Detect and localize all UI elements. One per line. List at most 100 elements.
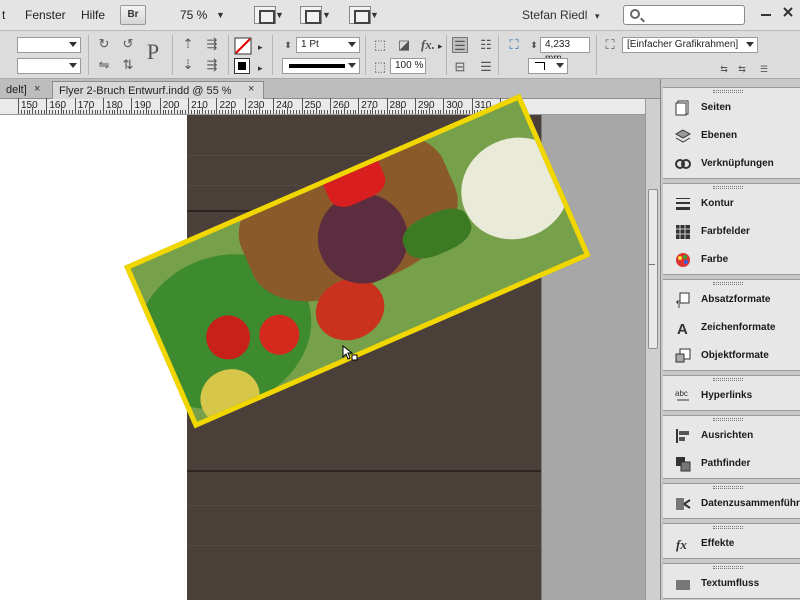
zoom-dropdown-icon[interactable]: ▼: [216, 10, 225, 20]
panel-item-farbfelder[interactable]: Farbfelder: [671, 220, 800, 244]
text-wrap-bbox-icon[interactable]: ☰: [478, 59, 494, 75]
width-field[interactable]: 4,233 mm: [540, 37, 590, 64]
align-stroke-center-icon[interactable]: ☰: [452, 37, 468, 53]
menu-item-ansicht[interactable]: t: [2, 8, 5, 22]
flip-horizontal-icon[interactable]: ⇋: [96, 57, 112, 73]
minimize-icon[interactable]: [760, 6, 772, 18]
text-wrap-none-icon[interactable]: ⊟: [452, 59, 468, 75]
vertical-scrollbar[interactable]: [645, 99, 660, 600]
align-stroke-inside-icon[interactable]: ☷: [478, 37, 494, 53]
arrange-documents-button[interactable]: [349, 6, 371, 24]
close-tab-icon[interactable]: ×: [248, 83, 254, 95]
panel-group-grip[interactable]: [713, 378, 743, 381]
ruler-minor-tick: [139, 110, 141, 114]
menu-item-hilfe[interactable]: Hilfe: [81, 8, 105, 22]
data-merge-icon: [676, 498, 691, 510]
scale-field[interactable]: 100 %: [390, 58, 426, 74]
fitting-frame-icon[interactable]: ⛶: [506, 37, 522, 53]
stroke-weight-field[interactable]: 1 Pt: [296, 37, 360, 53]
panel-item-zeichenformate[interactable]: A Zeichenformate: [671, 316, 800, 340]
ruler-minor-tick: [349, 110, 351, 114]
ruler-minor-tick: [378, 110, 380, 114]
scrollbar-thumb[interactable]: [648, 189, 658, 349]
ruler-minor-tick: [460, 110, 462, 114]
ruler-minor-tick: [287, 107, 289, 114]
close-window-icon[interactable]: [782, 6, 794, 18]
bridge-button[interactable]: Br: [120, 5, 146, 25]
ruler-minor-tick: [190, 110, 192, 114]
view-options-dropdown-icon[interactable]: ▼: [275, 10, 284, 20]
corner-options-icon[interactable]: ⬚: [372, 37, 388, 53]
screen-mode-button[interactable]: [300, 6, 322, 24]
horizontal-ruler[interactable]: 150 160 170 180 190 200 210 220 230 240 250 260 270 2…: [0, 98, 660, 115]
rotate-ccw-icon[interactable]: ↺: [120, 36, 136, 52]
panel-item-absatzformate[interactable]: ¶ Absatzformate: [671, 288, 800, 312]
corner-shape-field[interactable]: [528, 58, 568, 74]
view-options-button[interactable]: [254, 6, 276, 24]
search-input[interactable]: [623, 5, 745, 25]
panel-item-textumfluss[interactable]: Textumfluss: [671, 572, 800, 596]
panel-item-verknüpfungen[interactable]: Verknüpfungen: [671, 152, 800, 176]
fill-swatch-icon[interactable]: [234, 37, 252, 55]
effects-dropdown-icon[interactable]: ▸: [438, 41, 443, 52]
reference-y-field[interactable]: [17, 58, 81, 74]
select-content-icon[interactable]: ⇣: [180, 57, 196, 73]
panel-group-grip[interactable]: [713, 526, 743, 529]
clear-overrides-icon[interactable]: ⇆: [716, 61, 732, 77]
menu-item-fenster[interactable]: Fenster: [25, 8, 66, 22]
tab-flyer-document[interactable]: Flyer 2-Bruch Entwurf.indd @ 55 %: [52, 81, 264, 99]
user-dropdown-icon[interactable]: ▾: [595, 11, 600, 22]
ruler-major-tick: [216, 98, 218, 114]
panel-group-grip[interactable]: [713, 186, 743, 189]
object-style-field[interactable]: [Einfacher Grafikrahmen]: [622, 37, 758, 53]
stroke-type-field[interactable]: [282, 58, 360, 74]
panel-item-ebenen[interactable]: Ebenen: [671, 124, 800, 148]
stroke-swatch-icon[interactable]: [234, 58, 250, 74]
panel-item-objektformate[interactable]: Objektformate: [671, 344, 800, 368]
ruler-minor-tick: [114, 110, 116, 114]
panel-item-label: Verknüpfungen: [701, 158, 774, 169]
rotate-cw-icon[interactable]: ↻: [96, 36, 112, 52]
ruler-minor-tick: [241, 110, 243, 114]
drop-shadow-icon[interactable]: ◪: [396, 37, 412, 53]
zoom-level[interactable]: 75 %: [180, 8, 207, 22]
arrange-dropdown-icon[interactable]: ▼: [370, 10, 379, 20]
stroke-dropdown-icon[interactable]: ▸: [258, 63, 263, 74]
panel-item-kontur[interactable]: Kontur: [671, 192, 800, 216]
panel-menu-icon[interactable]: ☰: [756, 61, 772, 77]
panel-item-seiten[interactable]: Seiten: [671, 96, 800, 120]
flip-vertical-icon[interactable]: ⇅: [120, 57, 136, 73]
tab-previous-document[interactable]: delt]: [0, 81, 50, 99]
reference-x-field[interactable]: [17, 37, 81, 53]
panel-group: fx Effekte: [663, 523, 800, 559]
panel-item-datenzusammenführ[interactable]: Datenzusammenführ: [671, 492, 800, 516]
ruler-minor-tick: [145, 107, 147, 114]
panel-item-farbe[interactable]: Farbe: [671, 248, 800, 272]
ruler-minor-tick: [324, 110, 326, 114]
panel-group-grip[interactable]: [713, 90, 743, 93]
panel-item-ausrichten[interactable]: Ausrichten: [671, 424, 800, 448]
close-tab-icon[interactable]: ×: [34, 83, 40, 95]
stroke-weight-stepper-icon[interactable]: ⬍: [280, 37, 296, 53]
select-next-icon[interactable]: ⇶: [204, 36, 220, 52]
panel-group-grip[interactable]: [713, 486, 743, 489]
panel-item-hyperlinks[interactable]: abc Hyperlinks: [671, 384, 800, 408]
select-previous-icon[interactable]: ⇶: [204, 57, 220, 73]
panel-group: abc Hyperlinks: [663, 375, 800, 411]
ruler-minor-tick: [122, 110, 124, 114]
screen-mode-dropdown-icon[interactable]: ▼: [322, 10, 331, 20]
user-name[interactable]: Stefan Riedl: [522, 8, 587, 22]
panel-group-grip[interactable]: [713, 566, 743, 569]
select-container-icon[interactable]: ⇡: [180, 36, 196, 52]
panel-item-pathfinder[interactable]: Pathfinder: [671, 452, 800, 476]
ruler-minor-tick: [397, 110, 399, 114]
effects-fx-icon[interactable]: fx.: [420, 37, 436, 53]
panel-options-icon[interactable]: ⇆: [734, 61, 750, 77]
panel-item-effekte[interactable]: fx Effekte: [671, 532, 800, 556]
fill-dropdown-icon[interactable]: ▸: [258, 42, 263, 53]
pathfinder-icon: [676, 457, 691, 472]
object-style-icon[interactable]: ⛶: [602, 37, 618, 53]
panel-group-grip[interactable]: [713, 282, 743, 285]
ruler-minor-tick: [20, 110, 22, 114]
panel-group-grip[interactable]: [713, 418, 743, 421]
